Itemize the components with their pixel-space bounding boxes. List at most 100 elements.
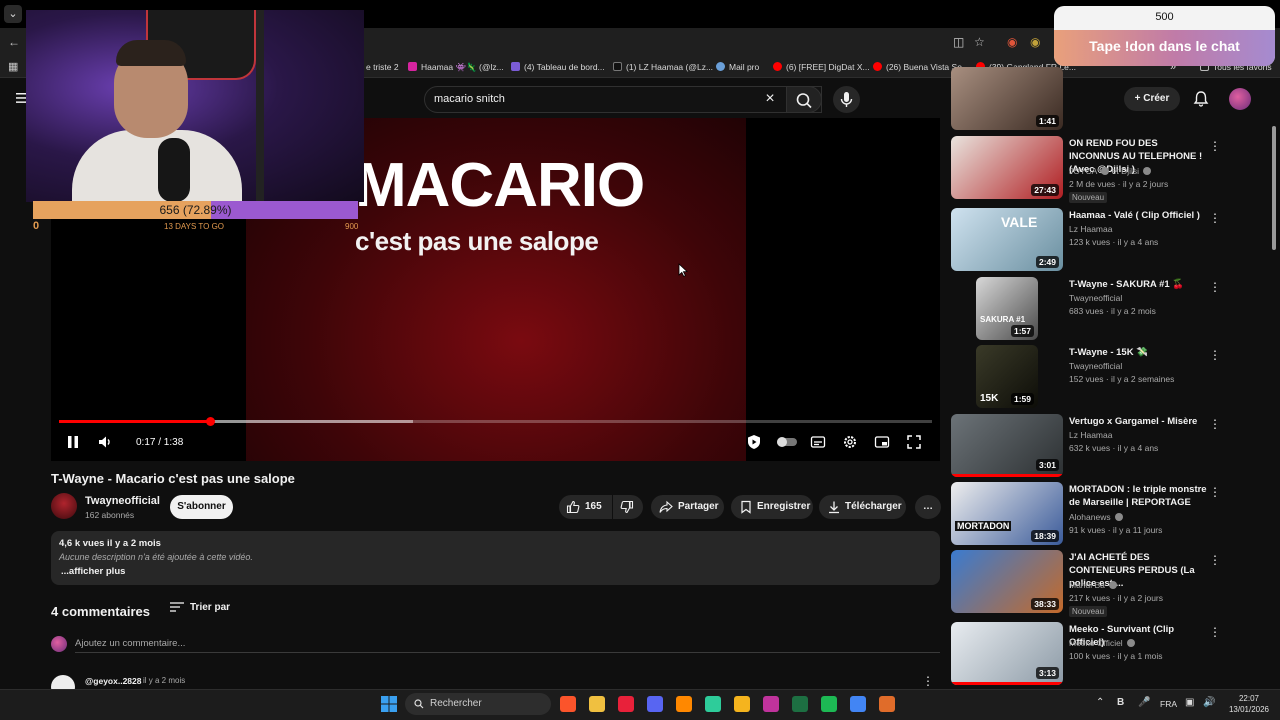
channel-name[interactable]: Mahdi Ba: [1069, 580, 1118, 590]
video-thumbnail[interactable]: 3:01: [951, 414, 1063, 477]
show-more-link[interactable]: ...afficher plus: [61, 566, 125, 577]
git-taskbar-icon[interactable]: [879, 696, 895, 712]
recommendation-item[interactable]: 27:43 ON REND FOU DES INCONNUS AU TELEPH…: [951, 136, 1221, 203]
input-language[interactable]: FRA: [1160, 699, 1177, 709]
recommendation-item[interactable]: SAKURA #1 1:57 T-Wayne - SAKURA #1 🍒 Tway…: [951, 277, 1221, 341]
channel-name[interactable]: Twayneofficial: [1069, 361, 1122, 371]
account-avatar[interactable]: [1229, 88, 1251, 110]
red-app-taskbar-icon[interactable]: [618, 696, 634, 712]
bookmark-item[interactable]: Haamaa 👾🦎 (@lz...: [408, 56, 504, 78]
microphone-icon[interactable]: 🎤: [1138, 697, 1150, 708]
voice-search-button[interactable]: [833, 86, 860, 113]
bookmark-item[interactable]: (1) LZ Haamaa (@Lz...: [613, 56, 713, 78]
fullscreen-icon[interactable]: [906, 434, 922, 450]
scrubber-handle[interactable]: [206, 417, 216, 426]
more-actions-button[interactable]: …: [915, 495, 941, 519]
tab-search-button[interactable]: ⌄: [4, 5, 22, 23]
download-button[interactable]: Télécharger: [819, 495, 906, 519]
comment-author[interactable]: @geyox..2828: [85, 676, 142, 686]
more-vert-icon[interactable]: ⋮: [1209, 553, 1221, 567]
video-title[interactable]: MORTADON : le triple monstre de Marseill…: [1069, 483, 1209, 509]
taskbar-clock[interactable]: 22:07 13/01/2026: [1226, 693, 1272, 715]
video-thumbnail[interactable]: VALE 2:49: [951, 208, 1063, 271]
save-button[interactable]: Enregistrer: [731, 495, 813, 519]
video-title[interactable]: T-Wayne - 15K 💸: [1069, 346, 1209, 359]
subscribe-button[interactable]: S'abonner: [170, 495, 233, 519]
channel-avatar[interactable]: [51, 493, 77, 519]
channel-name[interactable]: Lz Haamaa: [1069, 224, 1112, 234]
recommendation-item[interactable]: VALE 2:49 Haamaa - Valé ( Clip Officiel )…: [951, 208, 1221, 272]
video-thumbnail[interactable]: 15K 1:59: [976, 345, 1038, 408]
spotify-taskbar-icon[interactable]: [821, 696, 837, 712]
video-thumbnail[interactable]: 38:33: [951, 550, 1063, 613]
settings-gear-icon[interactable]: [842, 434, 858, 450]
video-thumbnail[interactable]: SAKURA #1 1:57: [976, 277, 1038, 340]
video-thumbnail[interactable]: 3:13: [951, 622, 1063, 685]
recommendation-item[interactable]: 15K 1:59 T-Wayne - 15K 💸 Twayneofficial 1…: [951, 345, 1221, 409]
add-comment-input[interactable]: Ajoutez un commentaire...: [75, 638, 185, 649]
bookmark-item[interactable]: (6) [FREE] DigDat X...: [773, 56, 870, 78]
network-icon[interactable]: ▣: [1185, 697, 1194, 708]
bookmark-item[interactable]: (4) Tableau de bord...: [511, 56, 605, 78]
files-taskbar-icon[interactable]: [589, 696, 605, 712]
channel-name[interactable]: Lz Haamaa: [1069, 430, 1112, 440]
clear-search-icon[interactable]: ×: [762, 90, 778, 108]
chat-taskbar-icon[interactable]: [734, 696, 750, 712]
more-vert-icon[interactable]: ⋮: [1209, 625, 1221, 639]
discord-taskbar-icon[interactable]: [647, 696, 663, 712]
like-button[interactable]: 165: [559, 495, 612, 519]
channel-name[interactable]: Twayneofficial: [85, 495, 160, 507]
more-vert-icon[interactable]: ⋮: [1209, 139, 1221, 153]
tray-overflow-icon[interactable]: ⌃: [1096, 697, 1104, 708]
share-button[interactable]: Partager: [651, 495, 724, 519]
recommendation-item[interactable]: 1:41: [951, 67, 1221, 130]
more-vert-icon[interactable]: ⋮: [1209, 417, 1221, 431]
progress-bar[interactable]: [59, 417, 932, 426]
notifications-bell-icon[interactable]: [1192, 90, 1210, 108]
vlc-taskbar-icon[interactable]: [676, 696, 692, 712]
more-vert-icon[interactable]: ⋮: [1209, 348, 1221, 362]
bot-taskbar-icon[interactable]: [705, 696, 721, 712]
more-vert-icon[interactable]: ⋮: [1209, 211, 1221, 225]
shield-icon[interactable]: [746, 434, 762, 450]
video-title[interactable]: T-Wayne - SAKURA #1 🍒: [1069, 278, 1209, 291]
volume-icon[interactable]: [97, 434, 113, 450]
scrollbar-thumb[interactable]: [1272, 126, 1276, 250]
recommendation-item[interactable]: 3:13 Meeko - Survivant (Clip Officiel) M…: [951, 622, 1221, 686]
volume-icon[interactable]: 🔊: [1203, 697, 1215, 708]
autoplay-toggle[interactable]: [776, 434, 798, 450]
more-vert-icon[interactable]: ⋮: [1209, 485, 1221, 499]
sort-comments-button[interactable]: Trier par: [170, 602, 230, 613]
video-thumbnail[interactable]: MORTADON 18:39: [951, 482, 1063, 545]
video-thumbnail[interactable]: 1:41: [951, 67, 1063, 130]
back-icon[interactable]: ←: [8, 35, 20, 49]
more-vert-icon[interactable]: ⋮: [1209, 280, 1221, 294]
create-button[interactable]: + Créer: [1124, 87, 1180, 111]
cast-icon[interactable]: ◫: [953, 35, 964, 49]
bookmark-star-icon[interactable]: ☆: [974, 35, 985, 49]
recommendation-item[interactable]: 3:01 Vertugo x Gargamel - Misère Lz Haam…: [951, 414, 1221, 478]
video-title[interactable]: Vertugo x Gargamel - Misère: [1069, 415, 1209, 428]
dislike-button[interactable]: [613, 495, 643, 519]
recommendation-item[interactable]: 38:33 J'AI ACHETÉ DES CONTENEURS PERDUS …: [951, 550, 1221, 617]
search-button[interactable]: [786, 86, 822, 113]
video-title[interactable]: Haamaa - Valé ( Clip Officiel ): [1069, 209, 1209, 222]
bookmark-item[interactable]: e triste 2: [366, 56, 399, 78]
channel-name[interactable]: JOYCA et Djilsi: [1069, 166, 1152, 176]
channel-name[interactable]: Twayneofficial: [1069, 293, 1122, 303]
chrome-taskbar-icon[interactable]: [850, 696, 866, 712]
apps-grid-icon[interactable]: ▦: [8, 60, 18, 74]
subtitles-icon[interactable]: [810, 434, 826, 450]
bookmark-item[interactable]: Mail pro: [716, 56, 759, 78]
excel-taskbar-icon[interactable]: [792, 696, 808, 712]
recommendation-item[interactable]: MORTADON 18:39 MORTADON : le triple monst…: [951, 482, 1221, 546]
extension-icon[interactable]: ◉: [1007, 35, 1017, 49]
brave-taskbar-icon[interactable]: [560, 696, 576, 712]
tray-app-icon[interactable]: B: [1117, 697, 1124, 708]
video-thumbnail[interactable]: 27:43: [951, 136, 1063, 199]
windows-start-icon[interactable]: [381, 696, 397, 712]
channel-name[interactable]: Meeko Officiel: [1069, 638, 1136, 648]
extension-icon[interactable]: ◉: [1030, 35, 1040, 49]
pause-icon[interactable]: [65, 434, 81, 450]
comment-menu-icon[interactable]: ⋮: [922, 674, 934, 688]
